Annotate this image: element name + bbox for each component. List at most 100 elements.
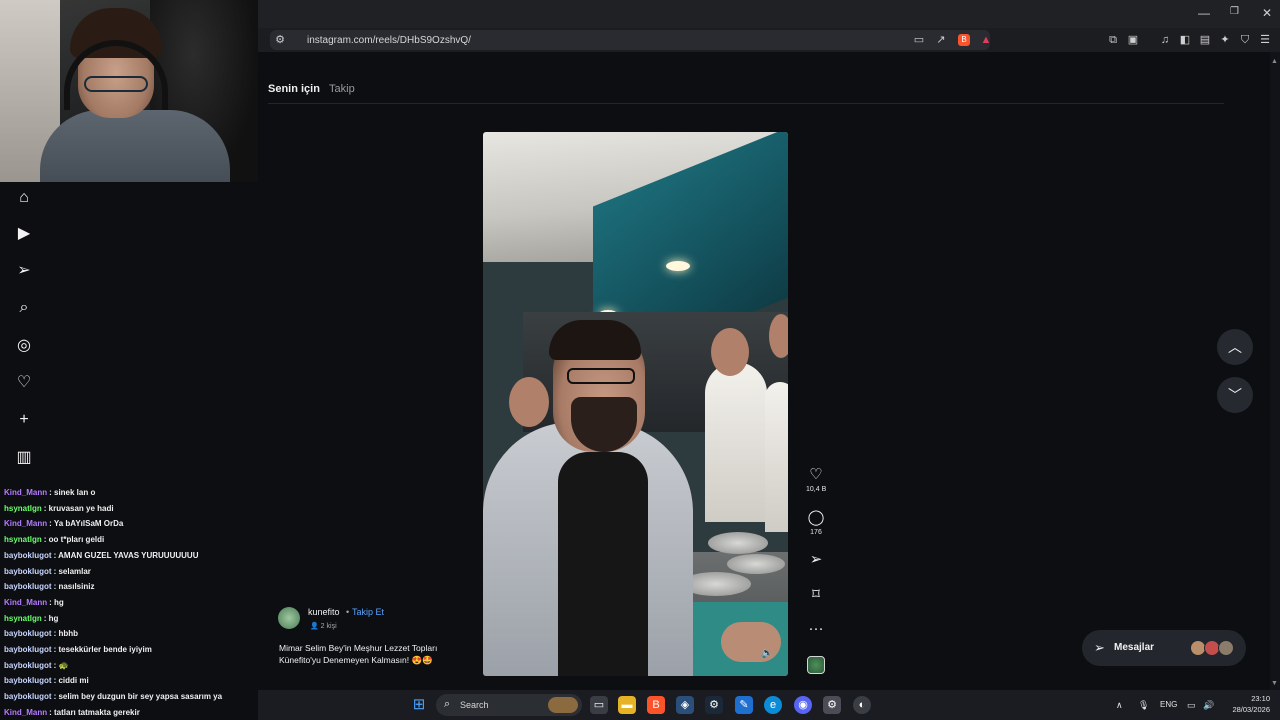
chat-username[interactable]: bayboklugot xyxy=(4,551,52,560)
chat-username[interactable]: bayboklugot xyxy=(4,582,52,591)
chat-username[interactable]: Kind_Mann xyxy=(4,598,47,607)
stream-chat: Kind_Mann: sinek lan o hsynatlgn: kruvasa… xyxy=(0,472,258,720)
screenshot-icon[interactable]: ▣ xyxy=(1127,34,1139,46)
app-icon[interactable]: ◐ xyxy=(853,696,871,714)
clock[interactable]: 23:10 28/03/2026 xyxy=(1222,693,1270,715)
minimize-button[interactable]: — xyxy=(1198,6,1210,20)
author-avatar[interactable] xyxy=(278,607,300,629)
media-icon[interactable]: ♫ xyxy=(1159,34,1171,46)
leo-ai-icon[interactable]: ✦ xyxy=(1219,34,1231,46)
next-reel-button[interactable]: ﹀ xyxy=(1217,377,1253,413)
chat-text: : Ya bAYılSaM OrDa xyxy=(49,519,124,529)
explore-icon[interactable]: ◎ xyxy=(14,336,34,356)
wallet-icon[interactable]: ▤ xyxy=(1199,34,1211,46)
messages-icon[interactable]: ➢ xyxy=(14,261,34,281)
maximize-button[interactable]: ❐ xyxy=(1230,6,1239,17)
close-window-button[interactable]: ✕ xyxy=(1262,6,1272,20)
home-icon[interactable]: ⌂ xyxy=(14,188,34,208)
chat-text: : hbhb xyxy=(53,629,78,639)
comment-button[interactable]: ◯ 176 xyxy=(806,509,826,536)
scroll-up-arrow[interactable]: ▲ xyxy=(1271,58,1278,65)
task-view-icon[interactable]: ▭ xyxy=(590,696,608,714)
author-name[interactable]: kunefito xyxy=(308,607,340,617)
instagram-sidebar: ⌂ ▶ ➢ ⌕ ◎ ♡ + ▥ xyxy=(0,182,48,472)
language-indicator[interactable]: ENG xyxy=(1160,700,1177,709)
avatar xyxy=(1218,640,1234,656)
share-button[interactable]: ➢ xyxy=(806,551,826,569)
reel-video[interactable]: 🔈 xyxy=(483,132,788,676)
tabs-divider xyxy=(268,103,1224,104)
chat-message: bayboklugot: selamlar xyxy=(4,567,91,576)
chat-username[interactable]: Kind_Mann xyxy=(4,519,47,528)
brave-rewards-icon[interactable]: ▲ xyxy=(980,34,992,46)
send-icon: ➢ xyxy=(809,551,823,568)
screen: — ❐ ✕ ⚙ instagram.com/reels/DHbS9OzshvQ/… xyxy=(0,0,1280,720)
brave-shields-icon[interactable]: B xyxy=(958,34,970,46)
audio-thumbnail[interactable] xyxy=(807,656,825,674)
chat-username[interactable]: bayboklugot xyxy=(4,676,52,685)
file-explorer-icon[interactable]: ▬ xyxy=(618,696,636,714)
discord-icon[interactable]: ◉ xyxy=(794,696,812,714)
microphone-icon[interactable]: 🎙 xyxy=(1138,700,1149,711)
address-bar[interactable]: ⚙ instagram.com/reels/DHbS9OzshvQ/ ▭ ↗ B… xyxy=(270,30,992,50)
sidebar-icon[interactable]: ◧ xyxy=(1179,34,1191,46)
chat-username[interactable]: bayboklugot xyxy=(4,567,52,576)
chat-username[interactable]: bayboklugot xyxy=(4,661,52,670)
chat-message: hsynatlgn: hg xyxy=(4,614,58,623)
windows-start-icon[interactable]: ⊞ xyxy=(410,696,428,714)
brave-browser-icon[interactable]: B xyxy=(647,696,665,714)
follow-button[interactable]: Takip Et xyxy=(352,607,384,617)
previous-reel-button[interactable]: ︿ xyxy=(1217,329,1253,365)
heart-icon: ♡ xyxy=(809,466,823,483)
chat-username[interactable]: Kind_Mann xyxy=(4,708,47,717)
chat-text: : selamlar xyxy=(53,566,91,576)
app-icon[interactable]: ✎ xyxy=(735,696,753,714)
network-icon[interactable]: ▭ xyxy=(1187,700,1196,711)
chat-username[interactable]: hsynatlgn xyxy=(4,535,42,544)
steam-icon[interactable]: ⚙ xyxy=(705,696,723,714)
edge-icon[interactable]: e xyxy=(764,696,782,714)
audience-label: 👤 2 kişi xyxy=(310,622,337,630)
create-icon[interactable]: + xyxy=(14,410,34,430)
url-text[interactable]: instagram.com/reels/DHbS9OzshvQ/ xyxy=(307,35,471,46)
audience-text: 2 kişi xyxy=(320,623,337,630)
chat-username[interactable]: bayboklugot xyxy=(4,645,52,654)
share-icon[interactable]: ↗ xyxy=(935,34,947,46)
scroll-down-arrow[interactable]: ▼ xyxy=(1271,680,1278,687)
search-icon[interactable]: ⌕ xyxy=(14,298,34,318)
chat-text: : tesekkürler bende iyiyim xyxy=(53,645,152,654)
reels-icon[interactable]: ▶ xyxy=(14,224,34,244)
page-scrollbar[interactable] xyxy=(1270,52,1280,692)
chat-username[interactable]: bayboklugot xyxy=(4,692,52,701)
tab-following[interactable]: Takip xyxy=(329,83,355,95)
volume-icon[interactable]: 🔊 xyxy=(1203,700,1214,711)
taskbar-search[interactable]: ⌕ Search xyxy=(436,694,582,716)
tray-overflow-icon[interactable]: ∧ xyxy=(1116,700,1123,711)
chat-username[interactable]: hsynatlgn xyxy=(4,614,42,623)
chat-message: bayboklugot: 🐢 xyxy=(4,661,68,670)
extensions-icon[interactable]: ⧉ xyxy=(1107,34,1119,46)
mute-icon[interactable]: 🔈 xyxy=(761,648,773,659)
menu-icon[interactable]: ☰ xyxy=(1259,34,1271,46)
chat-message: Kind_Mann: sinek lan o xyxy=(4,488,95,497)
chat-username[interactable]: Kind_Mann xyxy=(4,488,47,497)
save-button[interactable]: ⌑ xyxy=(806,586,826,604)
more-options-button[interactable]: ··· xyxy=(806,620,826,638)
cast-icon[interactable]: ▭ xyxy=(913,34,925,46)
more-icon: ··· xyxy=(808,620,824,637)
dashboard-icon[interactable]: ▥ xyxy=(14,448,34,468)
vpn-icon[interactable]: ⛉ xyxy=(1239,34,1251,46)
chat-username[interactable]: hsynatlgn xyxy=(4,504,42,513)
notifications-icon[interactable]: ♡ xyxy=(14,373,34,393)
settings-icon[interactable]: ⚙ xyxy=(823,696,841,714)
author-separator: • xyxy=(346,607,350,617)
like-button[interactable]: ♡ 10,4 B xyxy=(806,466,826,493)
tab-for-you[interactable]: Senin için xyxy=(268,83,320,95)
site-settings-icon[interactable]: ⚙ xyxy=(274,34,286,46)
app-icon[interactable]: ◈ xyxy=(676,696,694,714)
chat-text: : nasılsiniz xyxy=(53,582,95,592)
messages-pill[interactable]: ➢ Mesajlar xyxy=(1082,630,1246,666)
chat-username[interactable]: bayboklugot xyxy=(4,629,52,638)
chat-message: hsynatlgn: kruvasan ye hadi xyxy=(4,504,114,513)
chevron-up-icon: ︿ xyxy=(1228,339,1242,355)
